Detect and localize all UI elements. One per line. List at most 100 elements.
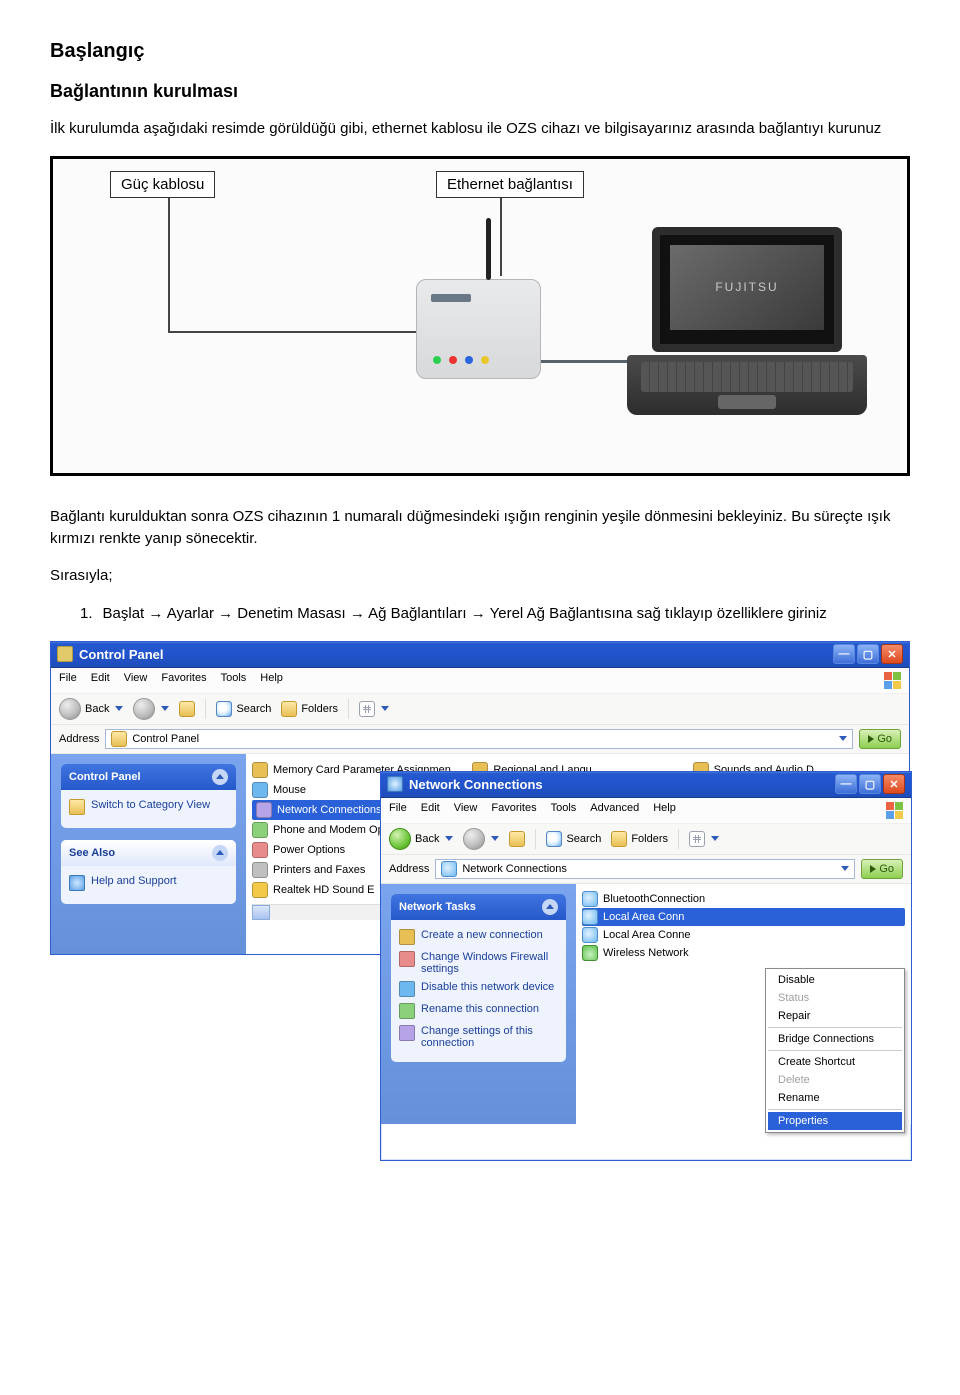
- address-field[interactable]: Control Panel: [105, 729, 853, 749]
- menu-advanced[interactable]: Advanced: [590, 802, 639, 819]
- network-task[interactable]: Create a new connection: [399, 926, 558, 948]
- task-label: Change settings of this connection: [421, 1025, 558, 1049]
- left-panel: Control Panel Switch to Category View Se…: [51, 754, 246, 954]
- close-button[interactable]: ✕: [881, 644, 903, 664]
- connection-diagram: Güç kablosu Ethernet bağlantısı FUJITSU: [50, 156, 910, 476]
- close-button[interactable]: ✕: [883, 774, 905, 794]
- window-title: Control Panel: [79, 647, 164, 662]
- menu-favorites[interactable]: Favorites: [491, 802, 536, 819]
- views-button[interactable]: [689, 831, 719, 847]
- network-task[interactable]: Disable this network device: [399, 978, 558, 1000]
- ozs-device: [416, 279, 541, 379]
- toolbar: Back Search Folders: [51, 694, 909, 725]
- steps-intro: Sırasıyla;: [50, 565, 910, 587]
- context-item-disable[interactable]: Disable: [768, 971, 902, 989]
- back-button[interactable]: Back: [389, 828, 453, 850]
- titlebar[interactable]: Network Connections — ▢ ✕: [381, 772, 911, 798]
- menu-tools[interactable]: Tools: [551, 802, 577, 819]
- chevron-down-icon: [711, 836, 719, 841]
- menu-file[interactable]: File: [59, 672, 77, 689]
- folder-up-icon: [509, 831, 525, 847]
- address-value: Control Panel: [132, 733, 199, 745]
- search-icon: [216, 701, 232, 717]
- network-task[interactable]: Rename this connection: [399, 1000, 558, 1022]
- network-task[interactable]: Change Windows Firewall settings: [399, 948, 558, 978]
- connection-label: BluetoothConnection: [603, 893, 705, 905]
- connection-item[interactable]: Local Area Conne: [582, 926, 905, 944]
- menu-edit[interactable]: Edit: [91, 672, 110, 689]
- context-item-rename[interactable]: Rename: [768, 1089, 902, 1107]
- minimize-button[interactable]: —: [835, 774, 857, 794]
- connection-item[interactable]: Wireless Network: [582, 944, 905, 962]
- collapse-icon[interactable]: [212, 845, 228, 861]
- folders-button[interactable]: Folders: [281, 701, 338, 717]
- back-button[interactable]: Back: [59, 698, 123, 720]
- task-icon: [399, 1025, 415, 1041]
- laptop: FUJITSU: [627, 227, 867, 422]
- address-field[interactable]: Network Connections: [435, 859, 855, 879]
- folders-button[interactable]: Folders: [611, 831, 668, 847]
- context-item-repair[interactable]: Repair: [768, 1007, 902, 1025]
- menu-favorites[interactable]: Favorites: [161, 672, 206, 689]
- connection-item[interactable]: BluetoothConnection: [582, 890, 905, 908]
- task-label: Create a new connection: [421, 929, 543, 941]
- menu-help[interactable]: Help: [653, 802, 676, 819]
- network-icon: [441, 861, 457, 877]
- menu-view[interactable]: View: [454, 802, 478, 819]
- menu-tools[interactable]: Tools: [221, 672, 247, 689]
- connection-label: Local Area Conne: [603, 929, 690, 941]
- connection-item[interactable]: Local Area Conn: [582, 908, 905, 926]
- wait-paragraph: Bağlantı kurulduktan sonra OZS cihazının…: [50, 506, 910, 550]
- chevron-down-icon: [841, 866, 849, 871]
- forward-button[interactable]: [463, 828, 499, 850]
- step-number: 1.: [80, 603, 93, 625]
- lan-icon: [582, 927, 598, 943]
- folders-icon: [281, 701, 297, 717]
- category-icon: [69, 799, 85, 815]
- task-icon: [399, 981, 415, 997]
- folder-up-icon: [179, 701, 195, 717]
- diagram-line: [168, 331, 416, 333]
- address-label: Address: [389, 863, 429, 875]
- task-icon: [399, 929, 415, 945]
- scroll-left-button[interactable]: [252, 905, 270, 920]
- task-label: Rename this connection: [421, 1003, 539, 1015]
- windows-flag-icon: [886, 802, 903, 819]
- network-task[interactable]: Change settings of this connection: [399, 1022, 558, 1052]
- address-value: Network Connections: [462, 863, 567, 875]
- cp-item-icon: [252, 822, 268, 838]
- menu-file[interactable]: File: [389, 802, 407, 819]
- collapse-icon[interactable]: [212, 769, 228, 785]
- search-button[interactable]: Search: [216, 701, 271, 717]
- up-button[interactable]: [509, 831, 525, 847]
- maximize-button[interactable]: ▢: [857, 644, 879, 664]
- connections-pane: BluetoothConnection Local Area Conn Local …: [576, 884, 911, 1124]
- switch-category-view-link[interactable]: Switch to Category View: [69, 796, 228, 818]
- context-item-create-shortcut[interactable]: Create Shortcut: [768, 1053, 902, 1071]
- help-support-link[interactable]: Help and Support: [69, 872, 228, 894]
- search-button[interactable]: Search: [546, 831, 601, 847]
- context-item-bridge-connections[interactable]: Bridge Connections: [768, 1030, 902, 1048]
- maximize-button[interactable]: ▢: [859, 774, 881, 794]
- menubar: File Edit View Favorites Tools Advanced …: [381, 798, 911, 824]
- cp-item-icon: [256, 802, 272, 818]
- left-panel: Network Tasks Create a new connectionCha…: [381, 884, 576, 1124]
- go-button[interactable]: Go: [859, 729, 901, 749]
- go-button[interactable]: Go: [861, 859, 903, 879]
- chevron-down-icon: [115, 706, 123, 711]
- forward-button[interactable]: [133, 698, 169, 720]
- folder-icon: [111, 731, 127, 747]
- context-item-properties[interactable]: Properties: [768, 1112, 902, 1130]
- label-power-cable: Güç kablosu: [110, 171, 215, 198]
- up-button[interactable]: [179, 701, 195, 717]
- heading-start: Başlangıç: [50, 40, 910, 63]
- minimize-button[interactable]: —: [833, 644, 855, 664]
- cp-item-label: Mouse: [273, 784, 306, 796]
- menu-view[interactable]: View: [124, 672, 148, 689]
- window-title: Network Connections: [409, 777, 543, 792]
- collapse-icon[interactable]: [542, 899, 558, 915]
- menu-help[interactable]: Help: [260, 672, 283, 689]
- titlebar[interactable]: Control Panel — ▢ ✕: [51, 642, 909, 668]
- menu-edit[interactable]: Edit: [421, 802, 440, 819]
- views-button[interactable]: [359, 701, 389, 717]
